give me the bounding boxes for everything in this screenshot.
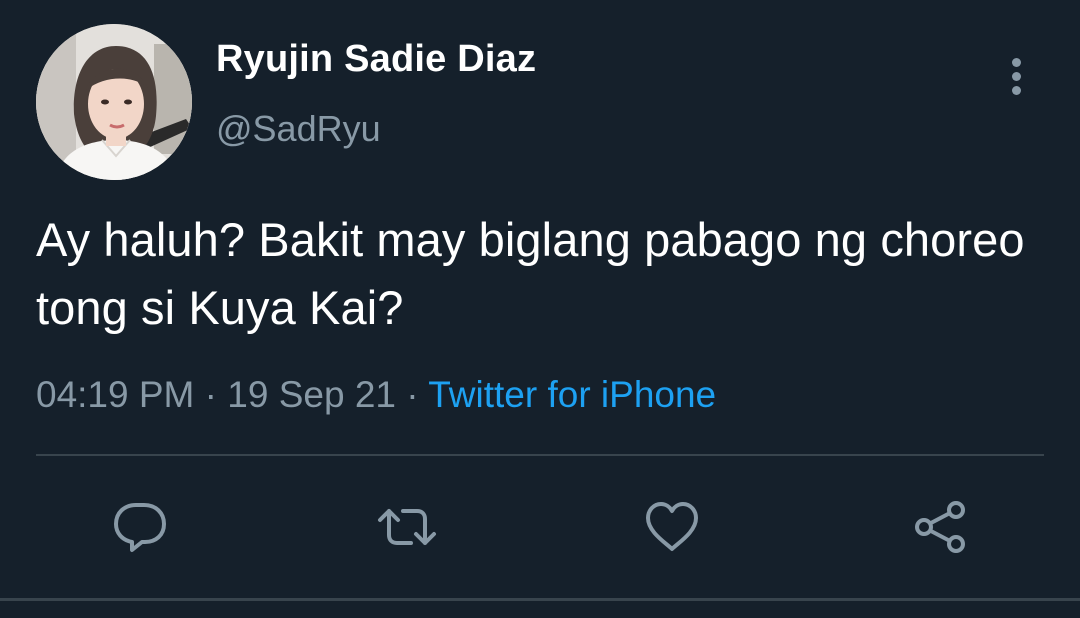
display-name[interactable]: Ryujin Sadie Diaz: [216, 38, 536, 81]
reply-button[interactable]: [110, 497, 170, 557]
like-button[interactable]: [642, 497, 702, 557]
heart-icon: [646, 502, 698, 551]
retweet-icon: [378, 509, 436, 545]
tweet-source-link[interactable]: Twitter for iPhone: [428, 374, 716, 415]
avatar[interactable]: [36, 24, 192, 180]
meta-separator: ·: [204, 374, 217, 415]
more-vertical-icon-dot: [1012, 72, 1021, 81]
share-button[interactable]: [910, 497, 970, 557]
more-options-button[interactable]: [996, 52, 1038, 100]
bottom-divider: [0, 598, 1080, 601]
tweet-time[interactable]: 04:19 PM: [36, 374, 194, 415]
meta-separator: ·: [406, 374, 419, 415]
user-handle[interactable]: @SadRyu: [216, 108, 381, 150]
divider: [36, 454, 1044, 456]
more-vertical-icon: [1012, 58, 1021, 67]
reply-icon: [114, 503, 166, 552]
tweet-detail: Ryujin Sadie Diaz @SadRyu Ay haluh? Baki…: [0, 0, 1080, 618]
tweet-text: Ay haluh? Bakit may biglang pabago ng ch…: [36, 213, 1025, 334]
avatar-photo: [36, 24, 192, 180]
share-icon: [915, 501, 965, 553]
tweet-date[interactable]: 19 Sep 21: [227, 374, 396, 415]
tweet-metadata: 04:19 PM · 19 Sep 21 · Twitter for iPhon…: [36, 374, 716, 416]
more-vertical-icon-dot: [1012, 86, 1021, 95]
retweet-button[interactable]: [377, 497, 437, 557]
